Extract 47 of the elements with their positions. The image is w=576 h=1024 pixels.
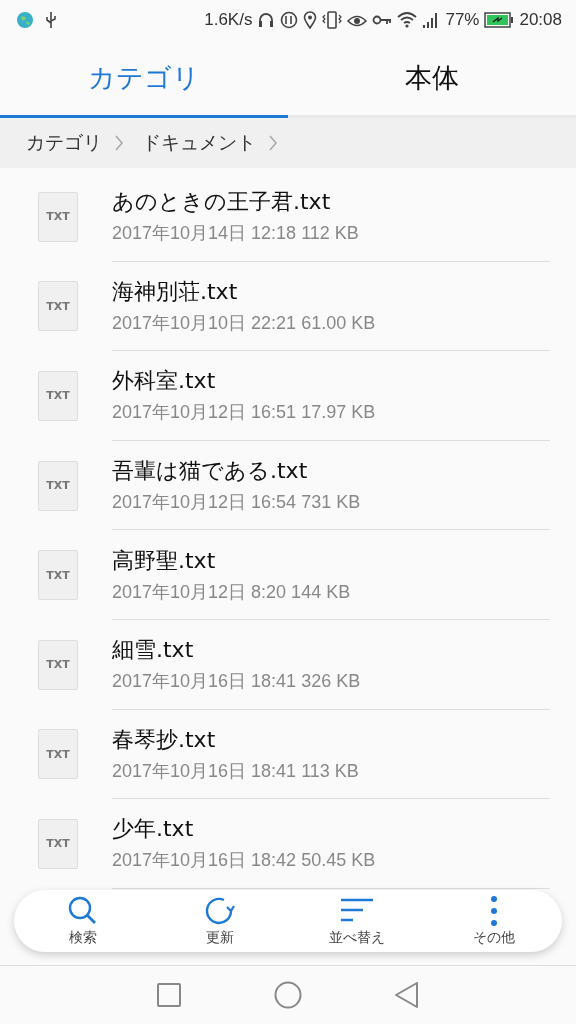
sort-button[interactable]: 並べ替え (288, 890, 425, 952)
more-icon (488, 895, 499, 927)
tab[interactable]: 本体 (288, 40, 576, 118)
file-name[interactable]: 外科室.txt (112, 366, 550, 397)
text-file-icon: TXT (38, 550, 78, 601)
clock: 20:08 (519, 10, 562, 30)
file-details: 2017年10月14日 12:18 112 KB (112, 222, 360, 246)
file-name[interactable]: 少年.txt (112, 814, 550, 845)
file-name[interactable]: 春琴抄.txt (112, 724, 550, 755)
text-file-icon: TXT (38, 460, 78, 511)
text-file-icon: TXT (38, 191, 78, 242)
file-details: 2017年10月12日 16:51 17.97 KB (112, 401, 377, 425)
recent-apps-icon[interactable] (156, 983, 181, 1007)
headphones-icon (257, 11, 276, 29)
file-name[interactable]: 高野聖.txt (112, 545, 550, 576)
search-button[interactable]: 検索 (14, 890, 151, 952)
file-details: 2017年10月12日 8:20 144 KB (112, 580, 352, 604)
back-icon[interactable] (395, 982, 420, 1008)
chevron-icon (268, 134, 278, 152)
refresh-button[interactable]: 更新 (151, 890, 288, 952)
globe-icon (16, 11, 34, 29)
text-file-icon: TXT (38, 818, 78, 869)
more-button[interactable]: その他 (425, 890, 562, 952)
file-details: 2017年10月10日 22:21 61.00 KB (112, 311, 377, 335)
file-details: 2017年10月16日 18:41 326 KB (112, 670, 362, 694)
text-file-icon: TXT (38, 281, 78, 332)
text-file-icon: TXT (38, 729, 78, 780)
home-icon[interactable] (274, 981, 302, 1009)
file-details: 2017年10月16日 18:42 50.45 KB (112, 849, 377, 873)
text-file-icon: TXT (38, 371, 78, 421)
file-details: 2017年10月12日 16:54 731 KB (112, 491, 362, 515)
file-name[interactable]: 海神別荘.txt (112, 276, 550, 307)
file-name[interactable]: 細雪.txt (112, 635, 550, 666)
battery-icon (484, 12, 515, 28)
text-file-icon: TXT (38, 639, 78, 690)
vibrate-icon (322, 11, 343, 29)
file-name[interactable]: 吾輩は猫である.txt (112, 456, 550, 487)
chevron-icon (114, 134, 124, 152)
battery-percent: 77% (445, 10, 480, 30)
file-details: 2017年10月16日 18:41 113 KB (112, 759, 360, 783)
file-name[interactable]: あのときの王子君.txt (112, 187, 550, 218)
breadcrumb-item[interactable]: ドキュメント (142, 130, 256, 156)
wifi-icon (397, 11, 418, 29)
refresh-icon (203, 895, 236, 927)
network-speed: 1.6K/s (204, 10, 253, 30)
breadcrumb-item[interactable]: カテゴリ (26, 130, 102, 156)
location-icon (303, 11, 318, 29)
